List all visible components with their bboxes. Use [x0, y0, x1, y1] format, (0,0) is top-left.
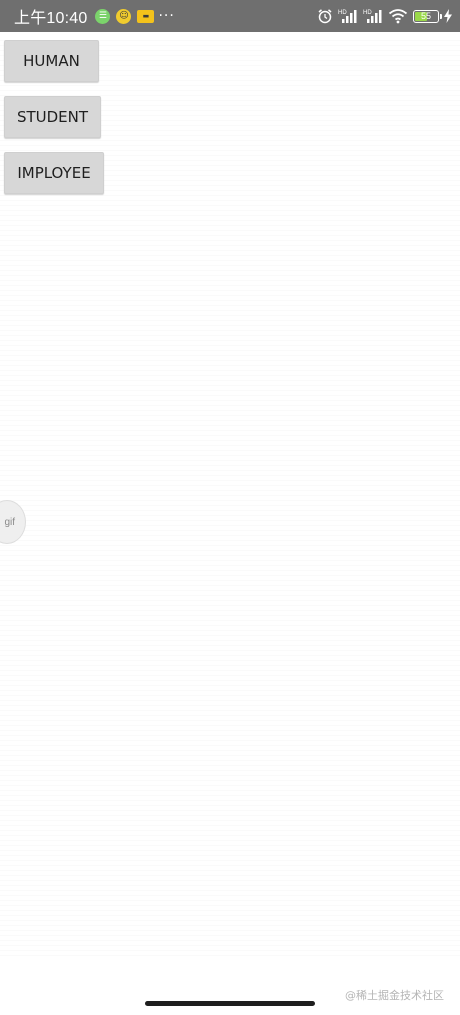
status-time: 上午10:40: [14, 10, 88, 27]
watermark: @稀土掘金技术社区: [345, 989, 444, 1002]
gif-floating-button[interactable]: gif: [0, 500, 26, 544]
message-icon: ☰: [95, 8, 111, 24]
emoji-app-icon: ☺: [116, 8, 132, 24]
gif-label: gif: [4, 516, 15, 528]
status-bar: 上午10:40 ☰ ☺ ▬ ··· HD HD 55: [0, 0, 460, 32]
notification-icons: ☰ ☺ ▬: [95, 8, 155, 24]
signal-hd-icon: HD: [363, 8, 383, 24]
charging-icon: [444, 9, 452, 23]
home-indicator[interactable]: [145, 1001, 315, 1006]
employee-button[interactable]: IMPLOYEE: [4, 152, 104, 194]
human-button[interactable]: HUMAN: [4, 40, 99, 82]
svg-text:HD: HD: [363, 10, 372, 16]
battery-level: 55: [420, 11, 431, 21]
signal-hd-icon: HD: [338, 8, 358, 24]
wifi-icon: [388, 8, 408, 24]
student-button[interactable]: STUDENT: [4, 96, 101, 138]
tag-app-icon: ▬: [137, 9, 155, 23]
battery-icon: 55: [413, 9, 442, 23]
system-status: HD HD 55: [317, 8, 452, 24]
app-screen: 上午10:40 ☰ ☺ ▬ ··· HD HD 55 HUMAN STUDENT…: [0, 0, 460, 1015]
alarm-icon: [317, 8, 333, 24]
more-notifications-icon: ···: [158, 8, 175, 24]
svg-text:HD: HD: [338, 10, 347, 16]
